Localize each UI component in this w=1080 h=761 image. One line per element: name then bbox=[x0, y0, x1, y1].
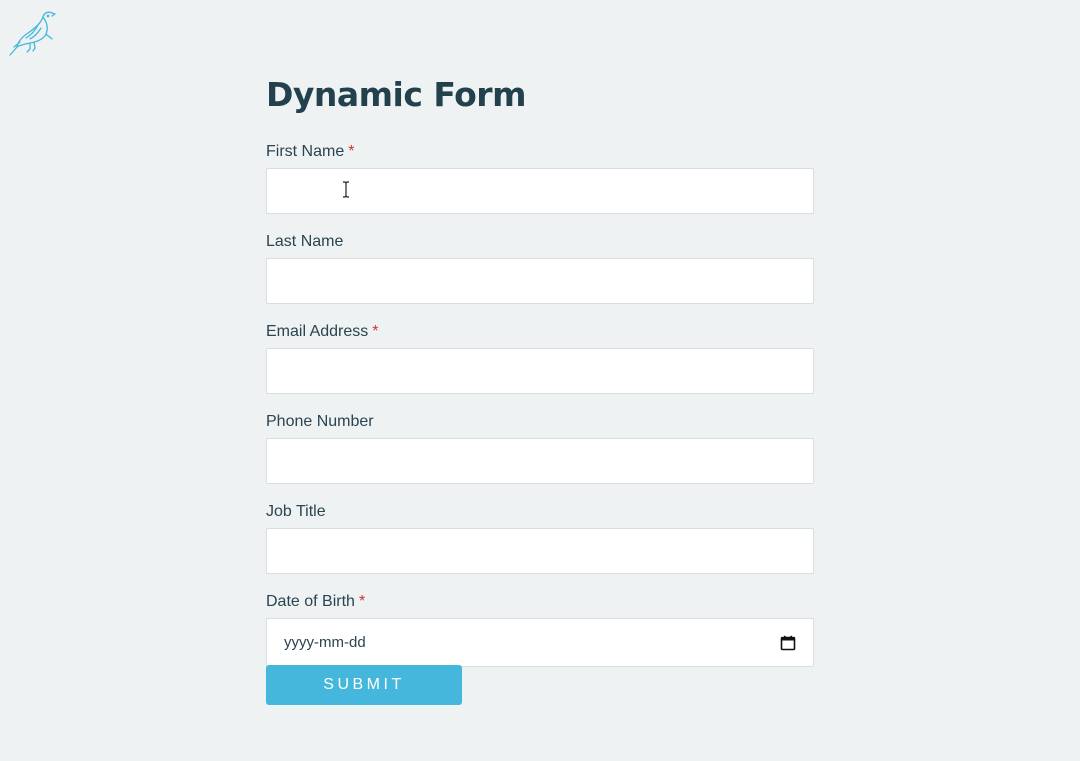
dynamic-form: Dynamic Form First Name * Last Name Email… bbox=[266, 72, 814, 667]
first-name-label: First Name * bbox=[266, 143, 355, 160]
email-field: Email Address * bbox=[266, 322, 814, 394]
first-name-field: First Name * bbox=[266, 142, 814, 214]
date-placeholder: yyyy-mm-dd bbox=[284, 634, 366, 651]
first-name-input[interactable] bbox=[266, 168, 814, 214]
email-input[interactable] bbox=[266, 348, 814, 394]
required-marker: * bbox=[348, 143, 355, 160]
submit-button[interactable]: SUBMIT bbox=[266, 665, 462, 705]
page-title: Dynamic Form bbox=[266, 75, 526, 114]
phone-field: Phone Number bbox=[266, 412, 814, 484]
phone-label: Phone Number bbox=[266, 413, 374, 430]
required-marker: * bbox=[372, 323, 379, 340]
required-marker: * bbox=[358, 593, 366, 610]
date-of-birth-label: Date of Birth * bbox=[266, 593, 366, 610]
text-cursor-icon bbox=[343, 181, 349, 198]
last-name-field: Last Name bbox=[266, 232, 814, 304]
job-title-field: Job Title bbox=[266, 502, 814, 574]
date-of-birth-input[interactable]: yyyy-mm-dd bbox=[266, 618, 814, 667]
job-title-input[interactable] bbox=[266, 528, 814, 574]
bird-logo-icon[interactable] bbox=[8, 9, 56, 57]
calendar-icon[interactable] bbox=[780, 635, 796, 651]
last-name-input[interactable] bbox=[266, 258, 814, 304]
phone-input[interactable] bbox=[266, 438, 814, 484]
last-name-label: Last Name bbox=[266, 233, 344, 250]
date-of-birth-field: Date of Birth * yyyy-mm-dd bbox=[266, 592, 814, 667]
email-label: Email Address * bbox=[266, 323, 379, 340]
job-title-label: Job Title bbox=[266, 503, 326, 520]
